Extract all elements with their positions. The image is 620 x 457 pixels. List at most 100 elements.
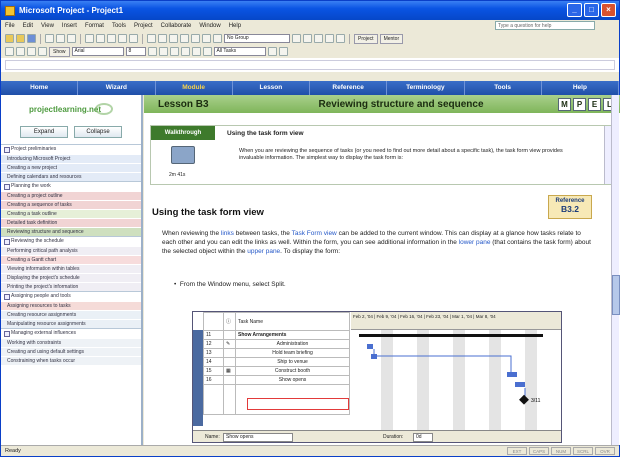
sidebar-item[interactable]: Viewing information within tables	[1, 264, 141, 273]
gantt-wizard-icon[interactable]	[278, 47, 288, 56]
goto-task-icon[interactable]	[314, 34, 323, 43]
task-name[interactable]: Administration	[235, 339, 350, 349]
paste-icon[interactable]	[107, 34, 116, 43]
walkthrough-tab[interactable]: Walkthrough	[151, 126, 215, 140]
nav-tools[interactable]: Tools	[465, 81, 542, 95]
task-name[interactable]: Ship to venue	[235, 357, 350, 367]
sidebar-item[interactable]: Working with constraints	[1, 338, 141, 347]
copy-icon[interactable]	[96, 34, 105, 43]
nav-terminology[interactable]: Terminology	[387, 81, 465, 95]
indent-icon[interactable]	[27, 47, 36, 56]
menu-view[interactable]: View	[41, 23, 54, 29]
content-scrollbar[interactable]	[611, 95, 620, 445]
copy-picture-icon[interactable]	[325, 34, 334, 43]
nav-home[interactable]: Home	[1, 81, 79, 95]
outdent-icon[interactable]	[38, 47, 47, 56]
split-task-icon[interactable]	[180, 34, 189, 43]
save-icon[interactable]	[27, 34, 36, 43]
sidebar-item[interactable]: Manipulating resource assignments	[1, 319, 141, 328]
menu-edit[interactable]: Edit	[23, 23, 33, 29]
sidebar-item[interactable]: Creating and using default settings	[1, 347, 141, 356]
sidebar-item[interactable]: Printing the project's information	[1, 282, 141, 291]
nav-module[interactable]: Module	[156, 81, 233, 95]
preview-icon[interactable]	[56, 34, 65, 43]
sidebar-item[interactable]: Creating resource assignments	[1, 310, 141, 319]
font-combo[interactable]: Arial	[71, 47, 124, 56]
new-icon[interactable]	[5, 34, 14, 43]
italic-icon[interactable]	[158, 47, 168, 56]
sidebar-item[interactable]: Creating a Gantt chart	[1, 255, 141, 264]
level-e-button[interactable]: E	[588, 97, 601, 111]
link-links[interactable]: links	[221, 230, 234, 237]
link-lower-pane[interactable]: lower pane	[459, 239, 491, 246]
level-m-button[interactable]: M	[558, 97, 571, 111]
cut-icon[interactable]	[85, 34, 94, 43]
sidebar-item[interactable]: Performing critical path analysis	[1, 246, 141, 255]
task-notes-icon[interactable]	[202, 34, 211, 43]
nav-help[interactable]: Help	[542, 81, 619, 95]
reference-badge[interactable]: Reference B3.2	[548, 195, 592, 219]
align-left-icon[interactable]	[180, 47, 190, 56]
form-duration-field[interactable]: 0d	[413, 433, 433, 442]
filter-combo[interactable]: All Tasks	[213, 47, 266, 56]
spelling-icon[interactable]	[67, 34, 76, 43]
sidebar-item[interactable]: Assigning resources to tasks	[1, 301, 141, 310]
video-icon[interactable]	[171, 146, 195, 164]
mentor-button[interactable]: Mentor	[379, 33, 404, 44]
task-name[interactable]: Show opens	[235, 375, 350, 385]
scroll-thumb[interactable]	[612, 275, 620, 315]
group-combo[interactable]: No Group	[224, 34, 290, 43]
autofilter-icon[interactable]	[267, 47, 277, 56]
menu-tools[interactable]: Tools	[112, 23, 126, 29]
group-header[interactable]: Project preliminaries	[1, 145, 141, 154]
bold-icon[interactable]	[147, 47, 157, 56]
menu-help[interactable]: Help	[229, 23, 241, 29]
minimize-button[interactable]: _	[567, 3, 582, 17]
sidebar-item[interactable]: Creating a sequence of tasks	[1, 200, 141, 209]
arrow-right-icon[interactable]	[16, 47, 25, 56]
sidebar-item[interactable]: Detailed task definition	[1, 218, 141, 227]
task-name[interactable]: Show Arrangements	[235, 330, 350, 340]
link-tasks-icon[interactable]	[158, 34, 167, 43]
close-button[interactable]: ×	[601, 3, 616, 17]
arrow-left-icon[interactable]	[5, 47, 14, 56]
sidebar-item-current[interactable]: Reviewing structure and sequence	[1, 227, 141, 236]
group-header[interactable]: Assigning people and tools	[1, 292, 141, 301]
align-center-icon[interactable]	[191, 47, 201, 56]
walkthrough-scrollbar[interactable]	[604, 126, 611, 184]
task-name[interactable]: Construct booth	[235, 366, 350, 376]
form-name-field[interactable]: Show opens	[223, 433, 293, 442]
menu-project[interactable]: Project	[134, 23, 153, 29]
underline-icon[interactable]	[169, 47, 179, 56]
group-header[interactable]: Reviewing the schedule	[1, 237, 141, 246]
nav-wizard[interactable]: Wizard	[78, 81, 156, 95]
link-upper-pane[interactable]: upper pane	[247, 248, 280, 255]
level-p-button[interactable]: P	[573, 97, 586, 111]
menu-window[interactable]: Window	[199, 23, 220, 29]
collapse-button[interactable]: Collapse	[74, 126, 122, 138]
task-name[interactable]: Hold team briefing	[235, 348, 350, 358]
task-information-icon[interactable]	[191, 34, 200, 43]
hyperlink-icon[interactable]	[147, 34, 156, 43]
help-question-input[interactable]: Type a question for help	[495, 21, 595, 30]
sidebar-item[interactable]: Displaying the project's schedule	[1, 273, 141, 282]
sidebar-item[interactable]: Creating a new project	[1, 163, 141, 172]
print-icon[interactable]	[45, 34, 54, 43]
align-right-icon[interactable]	[202, 47, 212, 56]
expand-button[interactable]: Expand	[20, 126, 68, 138]
menu-format[interactable]: Format	[85, 23, 104, 29]
maximize-button[interactable]: □	[584, 3, 599, 17]
nav-lesson[interactable]: Lesson	[233, 81, 310, 95]
group-header[interactable]: Managing external influences	[1, 329, 141, 338]
menu-collaborate[interactable]: Collaborate	[161, 23, 192, 29]
sidebar-item[interactable]: Introducing Microsoft Project	[1, 154, 141, 163]
sidebar-item[interactable]: Creating a project outline	[1, 191, 141, 200]
link-task-form-view[interactable]: Task Form view	[292, 230, 337, 237]
unlink-tasks-icon[interactable]	[169, 34, 178, 43]
nav-reference[interactable]: Reference	[310, 81, 388, 95]
show-button[interactable]: Show	[49, 46, 70, 57]
font-size-combo[interactable]: 8	[125, 47, 146, 56]
help-icon[interactable]	[336, 34, 345, 43]
project-guide-button[interactable]: Project	[354, 33, 378, 44]
sidebar-item[interactable]: Defining calendars and resources	[1, 172, 141, 181]
